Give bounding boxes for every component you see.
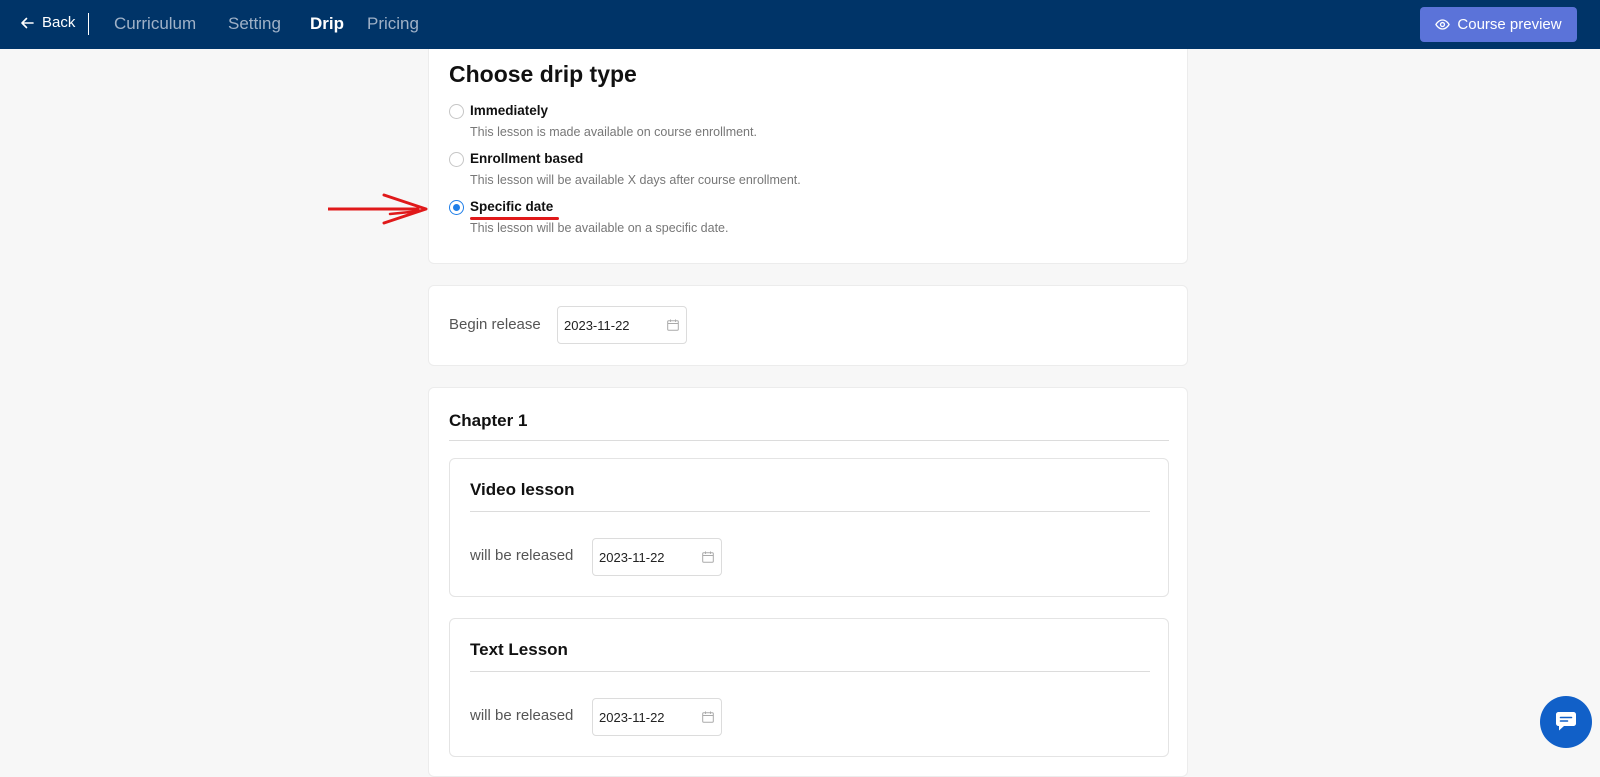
date-value: 2023-11-22 bbox=[564, 317, 630, 333]
lesson-release-date-input[interactable]: 2023-11-22 bbox=[592, 538, 722, 576]
lesson-card-text: Text Lesson will be released 2023-11-22 bbox=[449, 618, 1169, 757]
radio-enrollment-based[interactable] bbox=[449, 152, 464, 167]
option-label: Immediately bbox=[470, 103, 549, 118]
tab-pricing[interactable]: Pricing bbox=[367, 14, 419, 34]
calendar-icon bbox=[667, 319, 679, 331]
back-button[interactable]: Back bbox=[20, 14, 75, 31]
radio-specific-date[interactable] bbox=[449, 200, 464, 215]
release-label: will be released bbox=[470, 707, 574, 724]
date-value: 2023-11-22 bbox=[599, 709, 665, 725]
chat-button[interactable] bbox=[1540, 696, 1592, 748]
tab-curriculum[interactable]: Curriculum bbox=[114, 14, 196, 34]
begin-release-card: Begin release 2023-11-22 bbox=[428, 285, 1188, 366]
drip-type-heading: Choose drip type bbox=[449, 61, 637, 87]
lesson-release-date-input[interactable]: 2023-11-22 bbox=[592, 698, 722, 736]
red-arrow-annotation bbox=[328, 193, 428, 225]
begin-release-label: Begin release bbox=[449, 316, 541, 333]
option-description: This lesson will be available on a speci… bbox=[470, 221, 729, 235]
calendar-icon bbox=[702, 551, 714, 563]
date-value: 2023-11-22 bbox=[599, 549, 665, 565]
release-label: will be released bbox=[470, 547, 574, 564]
back-label: Back bbox=[42, 14, 76, 31]
option-description: This lesson will be available X days aft… bbox=[470, 173, 801, 187]
arrow-left-icon bbox=[21, 17, 34, 28]
top-navigation-bar: Back Curriculum Setting Drip Pricing Cou… bbox=[0, 0, 1600, 49]
option-label: Enrollment based bbox=[470, 151, 584, 166]
chapter-title: Chapter 1 bbox=[449, 411, 528, 430]
chat-bubble-icon bbox=[1556, 712, 1576, 731]
lesson-card-video: Video lesson will be released 2023-11-22 bbox=[449, 458, 1169, 597]
lesson-title: Video lesson bbox=[470, 480, 575, 499]
lesson-divider bbox=[470, 511, 1150, 512]
chapter-divider bbox=[449, 440, 1169, 441]
option-label: Specific date bbox=[470, 199, 554, 214]
nav-divider bbox=[88, 13, 89, 35]
calendar-icon bbox=[702, 711, 714, 723]
drip-type-card: Choose drip type Immediately This lesson… bbox=[428, 49, 1188, 264]
course-preview-label: Course preview bbox=[1457, 16, 1562, 33]
course-preview-button[interactable]: Course preview bbox=[1420, 7, 1577, 42]
option-description: This lesson is made available on course … bbox=[470, 125, 757, 139]
radio-immediately[interactable] bbox=[449, 104, 464, 119]
tab-setting[interactable]: Setting bbox=[228, 14, 281, 34]
tab-drip[interactable]: Drip bbox=[310, 14, 344, 34]
eye-icon bbox=[1435, 19, 1451, 30]
chapter-card: Chapter 1 Video lesson will be released … bbox=[428, 387, 1188, 777]
lesson-title: Text Lesson bbox=[470, 640, 568, 659]
red-underline-annotation bbox=[470, 217, 559, 220]
begin-release-date-input[interactable]: 2023-11-22 bbox=[557, 306, 687, 344]
lesson-divider bbox=[470, 671, 1150, 672]
